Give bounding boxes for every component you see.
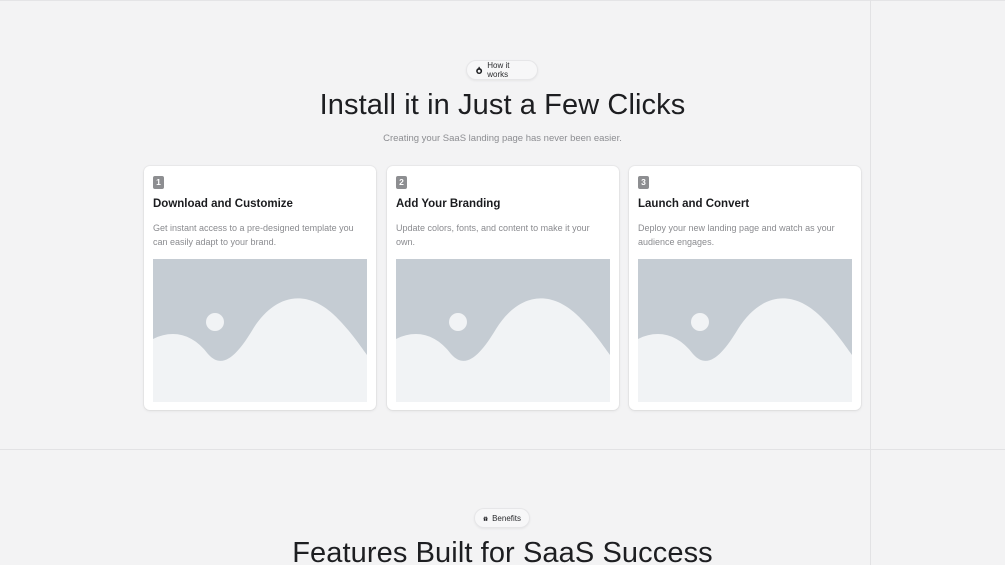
benefits-title: Features Built for SaaS Success [292,537,713,565]
step-card-branding: 2 Add Your Branding Update colors, fonts… [387,166,619,410]
page: How it works Install it in Just a Few Cl… [0,0,1005,565]
hand-pointer-icon [476,66,483,74]
step-number-badge: 2 [396,176,407,189]
step-number-badge: 3 [638,176,649,189]
step-card-launch: 3 Launch and Convert Deploy your new lan… [629,166,861,410]
vertical-divider [870,0,871,565]
step-description: Get instant access to a pre-designed tem… [153,223,354,247]
benefits-badge-label: Benefits [492,513,521,523]
step-title: Add Your Branding [396,198,501,210]
step-title: Download and Customize [153,198,293,210]
step-description: Update colors, fonts, and content to mak… [396,223,590,247]
gift-icon [483,516,488,521]
benefits-badge: Benefits [474,508,530,528]
image-placeholder [396,259,610,402]
how-it-works-badge: How it works [466,60,538,80]
step-card-download: 1 Download and Customize Get instant acc… [144,166,376,410]
image-placeholder-icon [153,259,367,402]
section-divider [0,449,1005,450]
image-placeholder-icon [396,259,610,402]
step-number-badge: 1 [153,176,164,189]
how-it-works-title: Install it in Just a Few Clicks [319,89,686,121]
step-title: Launch and Convert [638,198,750,210]
top-divider [0,0,1005,1]
image-placeholder-icon [638,259,852,402]
image-placeholder [153,259,367,402]
how-it-works-subtitle: Creating your SaaS landing page has neve… [383,133,622,144]
image-placeholder [638,259,852,402]
step-description: Deploy your new landing page and watch a… [638,223,835,247]
how-it-works-badge-label: How it works [487,61,510,79]
